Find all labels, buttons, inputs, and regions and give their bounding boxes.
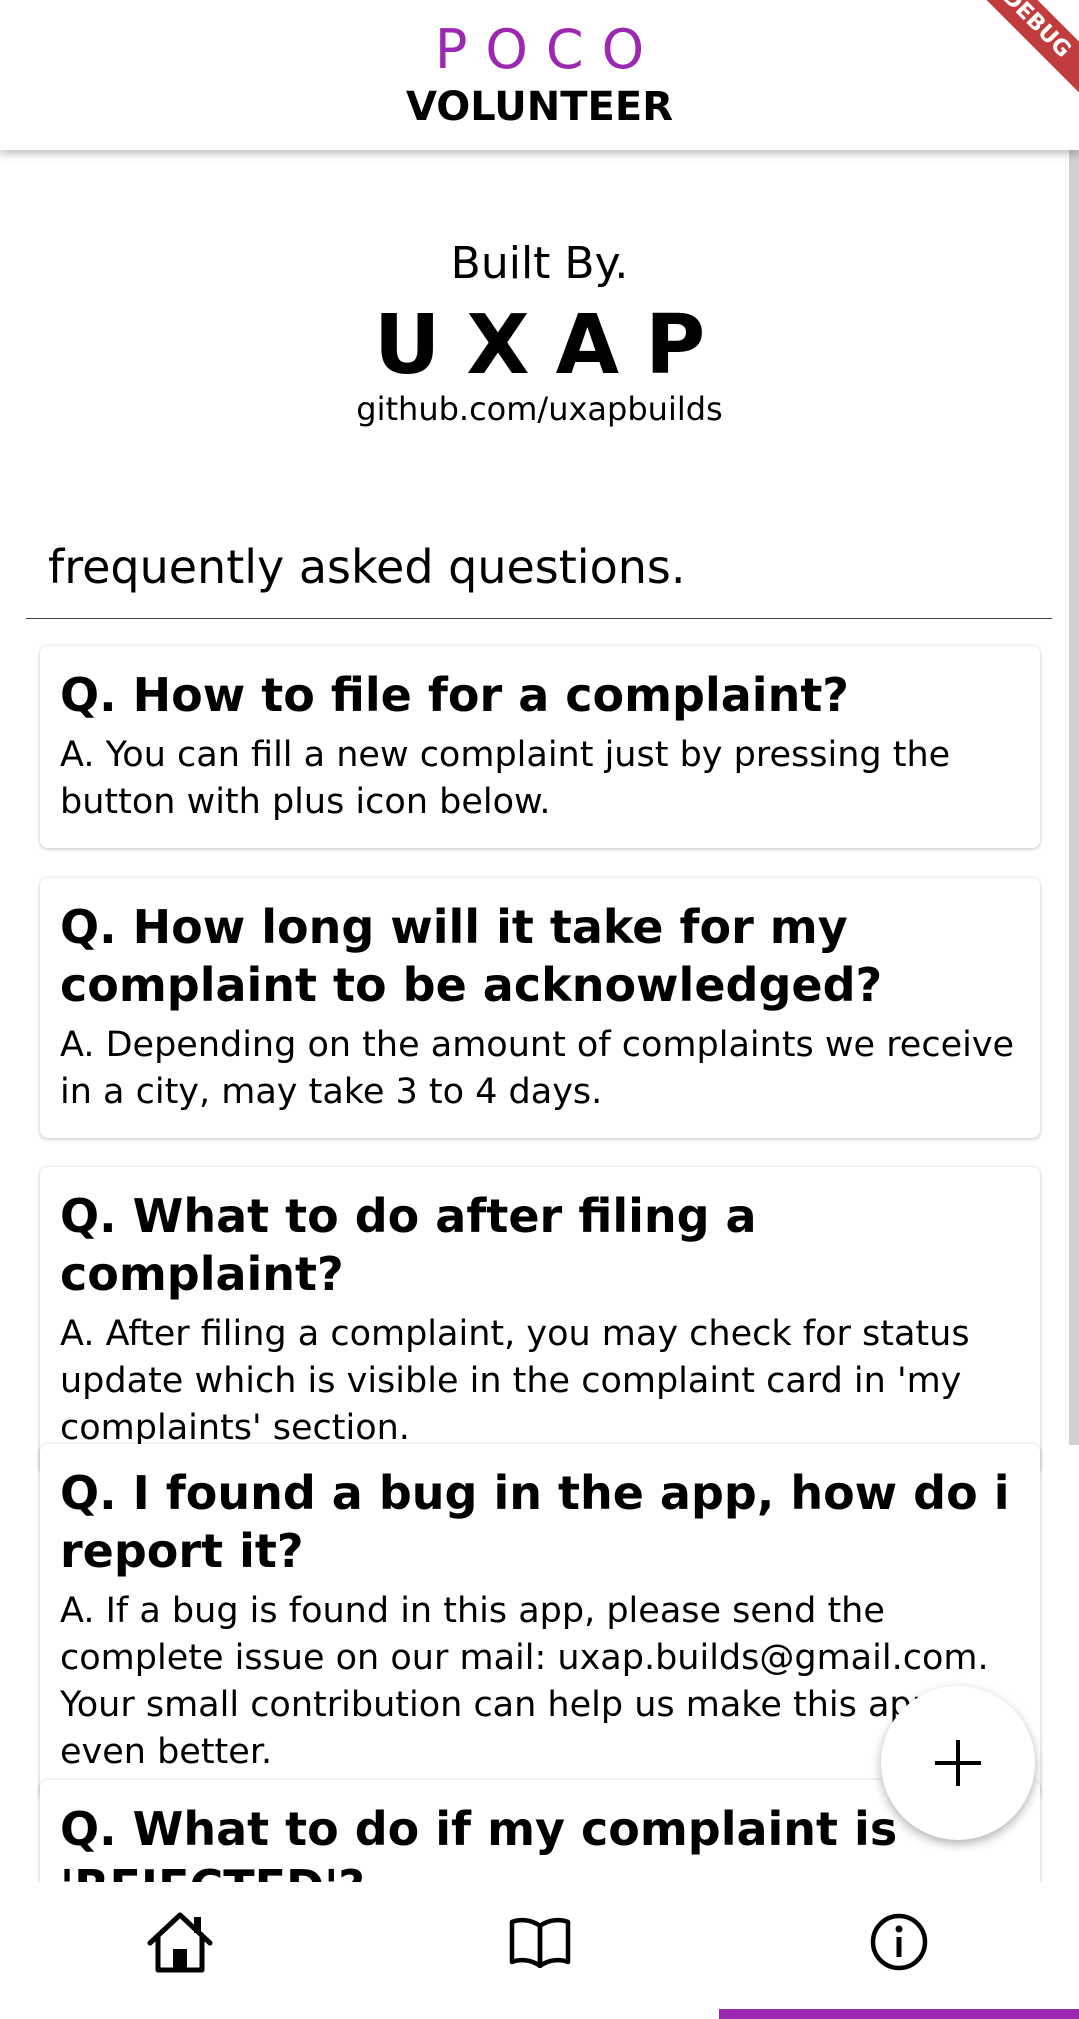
home-icon bbox=[147, 1912, 213, 1973]
active-tab-indicator bbox=[719, 2009, 1079, 2019]
faq-answer: A. If a bug is found in this app, please… bbox=[60, 1591, 989, 1772]
brand-title: POCO bbox=[434, 18, 663, 81]
faq-answer: A. You can fill a new complaint just by … bbox=[60, 735, 951, 822]
built-by-label: Built By. bbox=[450, 238, 629, 289]
faq-title: frequently asked questions. bbox=[48, 540, 686, 594]
bottom-nav bbox=[0, 1882, 1079, 2019]
scrollbar[interactable] bbox=[1069, 150, 1079, 1445]
developer-name: UXAP bbox=[373, 298, 732, 393]
faq-question: Q. How long will it take for my complain… bbox=[60, 900, 883, 1012]
faq-divider bbox=[26, 618, 1052, 619]
faq-question: Q. How to file for a complaint? bbox=[60, 668, 849, 722]
faq-question: Q. What to do after filing a complaint? bbox=[60, 1189, 757, 1301]
faq-answer: A. After filing a complaint, you may che… bbox=[60, 1314, 970, 1448]
app-bar: POCO VOLUNTEER DEBUG bbox=[0, 0, 1079, 150]
plus-icon bbox=[935, 1740, 981, 1786]
nav-home[interactable] bbox=[0, 1882, 360, 2002]
faq-card: Q. How long will it take for my complain… bbox=[40, 878, 1040, 1138]
add-complaint-button[interactable] bbox=[881, 1686, 1035, 1840]
faq-card: Q. How to file for a complaint? A. You c… bbox=[40, 646, 1040, 848]
nav-guide[interactable] bbox=[360, 1882, 720, 2002]
nav-info[interactable] bbox=[719, 1882, 1079, 2002]
book-icon bbox=[509, 1917, 571, 1968]
faq-question: Q. What to do if my complaint is 'REJECT… bbox=[60, 1802, 898, 1882]
content-area[interactable]: Built By. UXAP github.com/uxapbuilds fre… bbox=[0, 150, 1079, 1882]
info-icon bbox=[870, 1913, 928, 1971]
github-link[interactable]: github.com/uxapbuilds bbox=[0, 390, 1079, 428]
faq-question: Q. I found a bug in the app, how do i re… bbox=[60, 1466, 1010, 1578]
faq-card: Q. What to do after filing a complaint? … bbox=[40, 1167, 1040, 1474]
brand-subtitle: VOLUNTEER bbox=[405, 84, 673, 130]
faq-answer: A. Depending on the amount of complaints… bbox=[60, 1025, 1015, 1112]
